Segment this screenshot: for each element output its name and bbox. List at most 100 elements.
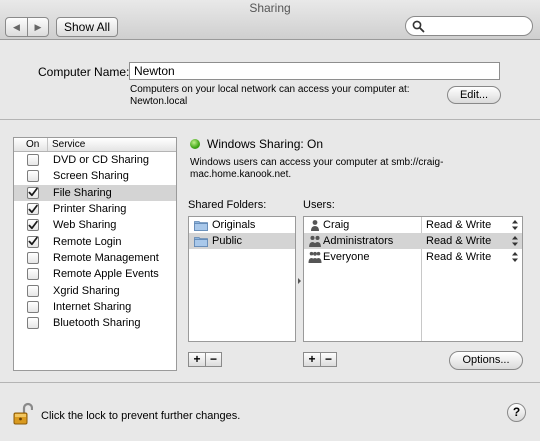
service-label: Web Sharing: [53, 219, 117, 232]
permission-popup[interactable]: Read & Write: [426, 219, 491, 231]
back-arrow-icon[interactable]: ◀: [6, 18, 27, 36]
service-checkbox[interactable]: [27, 284, 39, 297]
service-label: DVD or CD Sharing: [53, 154, 149, 167]
service-label: Screen Sharing: [53, 170, 129, 183]
window-title: Sharing: [249, 1, 291, 15]
users-label: Users:: [303, 199, 335, 211]
service-label: Printer Sharing: [53, 203, 127, 216]
status-title: Windows Sharing: On: [207, 137, 324, 151]
folder-name: Public: [212, 235, 242, 247]
folder-row[interactable]: Originals: [189, 217, 295, 233]
service-checkbox[interactable]: [27, 186, 39, 199]
service-column-header[interactable]: Service: [48, 138, 85, 151]
service-row[interactable]: Remote Apple Events: [14, 266, 176, 282]
splitter-handle-icon[interactable]: [298, 278, 301, 284]
permission-popup[interactable]: Read & Write: [426, 251, 491, 263]
everyone-icon: [308, 251, 322, 263]
service-row[interactable]: Web Sharing: [14, 217, 176, 233]
options-button[interactable]: Options...: [449, 351, 523, 370]
user-name: Administrators: [323, 235, 394, 247]
show-all-button[interactable]: Show All: [56, 17, 118, 37]
service-label: Remote Management: [53, 251, 159, 264]
service-row[interactable]: Remote Management: [14, 250, 176, 266]
computer-name-field[interactable]: Newton: [129, 62, 500, 80]
nav-buttons: ◀ ▶: [5, 17, 49, 37]
permission-popup[interactable]: Read & Write: [426, 235, 491, 247]
service-label: Remote Login: [53, 235, 122, 248]
service-row[interactable]: Remote Login: [14, 233, 176, 249]
computer-name-info: Computers on your local network can acce…: [130, 84, 430, 108]
service-list-header: On Service: [14, 138, 176, 152]
service-label: Bluetooth Sharing: [53, 317, 141, 330]
service-row[interactable]: File Sharing: [14, 184, 176, 201]
user-rows: Craig Read & Write Administrators Read & Wr…: [304, 217, 522, 265]
service-row[interactable]: Internet Sharing: [14, 299, 176, 315]
search-icon: [412, 20, 425, 33]
service-rows: DVD or CD Sharing Screen Sharing File Shar…: [14, 152, 176, 331]
service-label: Remote Apple Events: [53, 268, 159, 281]
lock-message: Click the lock to prevent further change…: [41, 410, 241, 422]
service-label: Internet Sharing: [53, 300, 132, 313]
updown-arrows-icon: [512, 220, 518, 230]
lock-icon[interactable]: [13, 402, 33, 426]
service-checkbox[interactable]: [27, 154, 39, 167]
folder-icon: [194, 220, 208, 231]
user-row[interactable]: Administrators Read & Write: [304, 233, 522, 249]
user-row[interactable]: Everyone Read & Write: [304, 249, 522, 265]
add-folder-button[interactable]: +: [189, 353, 205, 366]
updown-arrows-icon: [512, 252, 518, 262]
service-checkbox[interactable]: [27, 170, 39, 183]
folder-row[interactable]: Public: [189, 233, 295, 249]
checkmark-icon: [28, 187, 38, 197]
user-name: Craig: [323, 219, 350, 231]
status-info: Windows users can access your computer a…: [190, 157, 460, 181]
checkmark-icon: [28, 236, 38, 246]
bottom-divider: [0, 382, 540, 383]
shared-folders-label: Shared Folders:: [188, 199, 267, 211]
service-checkbox[interactable]: [27, 268, 39, 281]
folder-add-remove: + −: [188, 352, 222, 367]
service-row[interactable]: Xgrid Sharing: [14, 282, 176, 298]
shared-folders-list[interactable]: Originals Public: [188, 216, 296, 342]
computer-name-info-line1: Computers on your local network can acce…: [130, 84, 410, 95]
on-column-header[interactable]: On: [14, 138, 48, 151]
user-name: Everyone: [323, 251, 370, 263]
service-checkbox[interactable]: [27, 235, 39, 248]
computer-name-info-line2: Newton.local: [130, 96, 188, 107]
service-checkbox[interactable]: [27, 317, 39, 330]
folder-rows: Originals Public: [189, 217, 295, 249]
sharing-window: Sharing ◀ ▶ Show All Computer Name: Newt…: [0, 0, 540, 441]
group-icon: [309, 235, 321, 247]
service-row[interactable]: Bluetooth Sharing: [14, 315, 176, 331]
updown-arrows-icon: [512, 236, 518, 246]
checkmark-icon: [28, 220, 38, 229]
service-list[interactable]: On Service DVD or CD Sharing Screen Shari…: [13, 137, 177, 371]
service-row[interactable]: DVD or CD Sharing: [14, 152, 176, 168]
forward-arrow-icon[interactable]: ▶: [26, 18, 48, 36]
search-input[interactable]: [405, 16, 533, 36]
service-label: File Sharing: [53, 186, 112, 199]
status-info-line2: mac.home.kanook.net.: [190, 169, 292, 180]
service-checkbox[interactable]: [27, 203, 39, 216]
service-label: Xgrid Sharing: [53, 284, 120, 297]
folder-icon: [194, 236, 208, 247]
edit-button[interactable]: Edit...: [447, 86, 501, 104]
remove-folder-button[interactable]: −: [205, 353, 221, 366]
folder-name: Originals: [212, 219, 256, 231]
status-info-line1: Windows users can access your computer a…: [190, 157, 444, 168]
add-user-button[interactable]: +: [304, 353, 320, 366]
remove-user-button[interactable]: −: [320, 353, 336, 366]
users-list[interactable]: Craig Read & Write Administrators Read & Wr…: [303, 216, 523, 342]
service-checkbox[interactable]: [27, 219, 39, 232]
service-checkbox[interactable]: [27, 251, 39, 264]
service-checkbox[interactable]: [27, 300, 39, 313]
user-add-remove: + −: [303, 352, 337, 367]
single-user-icon: [311, 220, 319, 231]
help-button[interactable]: ?: [507, 403, 526, 422]
service-row[interactable]: Screen Sharing: [14, 168, 176, 184]
user-row[interactable]: Craig Read & Write: [304, 217, 522, 233]
status-indicator-icon: [190, 139, 200, 149]
title-bar: Sharing ◀ ▶ Show All: [0, 0, 540, 40]
top-divider: [0, 119, 540, 120]
service-row[interactable]: Printer Sharing: [14, 201, 176, 217]
